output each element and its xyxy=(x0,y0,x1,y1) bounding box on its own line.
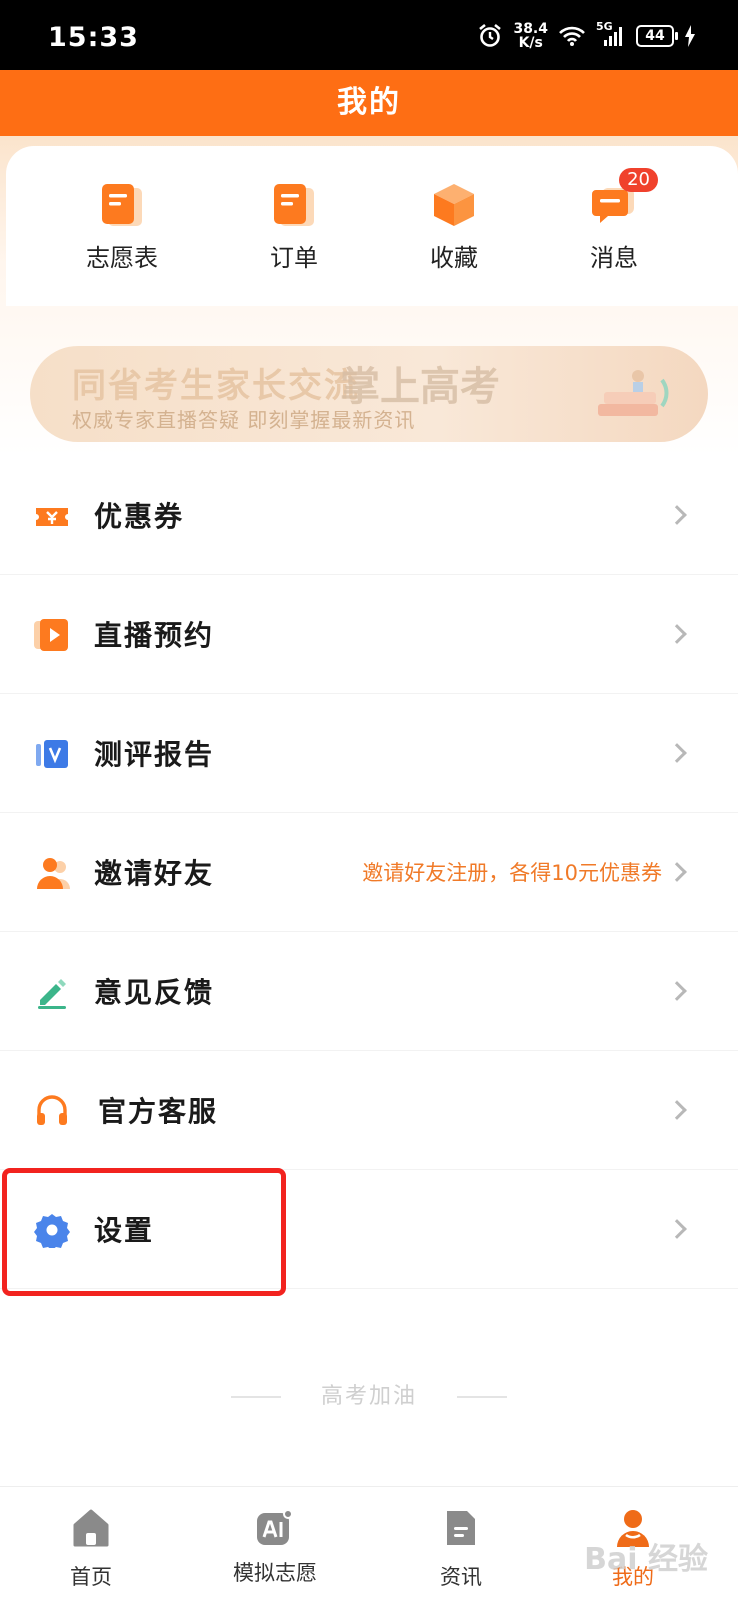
tab-mock-volunteer[interactable]: 模拟志愿 xyxy=(210,1509,340,1587)
document-icon xyxy=(100,182,144,228)
home-icon xyxy=(73,1509,109,1547)
edit-icon xyxy=(38,979,66,1009)
wifi-icon xyxy=(559,26,585,46)
chevron-right-icon xyxy=(667,981,687,1001)
menu-item-customer-service[interactable]: 官方客服 xyxy=(0,1051,738,1170)
menu-list: 优惠券 直播预约 测评报告 邀请好友 邀请好友注册，各得10元优惠券 意见反馈 … xyxy=(0,456,738,1289)
banner-brand: 掌上高考 xyxy=(340,364,500,410)
cellular-icon: 5G xyxy=(596,20,626,48)
person-icon xyxy=(37,858,70,889)
settings-highlight-box xyxy=(2,1168,286,1296)
menu-item-invite-friends[interactable]: 邀请好友 邀请好友注册，各得10元优惠券 xyxy=(0,813,738,932)
quick-action-orders[interactable]: 订单 xyxy=(224,182,364,273)
watermark: Bai 经验 xyxy=(584,1542,708,1577)
tab-home[interactable]: 首页 xyxy=(26,1509,156,1591)
page-title: 我的 xyxy=(337,85,401,120)
play-icon xyxy=(34,619,68,651)
charging-icon xyxy=(685,25,695,47)
news-icon xyxy=(447,1511,475,1545)
quick-action-label: 志愿表 xyxy=(86,244,158,272)
status-icons: 38.4 K/s 5G 44 xyxy=(477,20,696,51)
invite-hint: 邀请好友注册，各得10元优惠券 xyxy=(362,861,662,885)
quick-actions-card: 志愿表 订单 收藏 20 消息 xyxy=(6,146,738,306)
tab-label: 资讯 xyxy=(440,1565,482,1589)
tab-label: 首页 xyxy=(70,1565,112,1589)
battery-indicator: 44 xyxy=(636,25,678,47)
chevron-right-icon xyxy=(667,505,687,525)
menu-item-label: 测评报告 xyxy=(94,738,215,771)
quick-action-messages[interactable]: 20 消息 xyxy=(544,168,684,273)
menu-item-label: 邀请好友 xyxy=(94,857,215,890)
chevron-right-icon xyxy=(667,743,687,763)
ai-icon xyxy=(257,1509,293,1547)
quick-action-volunteer-form[interactable]: 志愿表 xyxy=(52,182,192,273)
message-badge: 20 xyxy=(619,168,658,192)
report-icon xyxy=(36,740,68,768)
alarm-icon xyxy=(479,23,502,47)
status-bar: 15:33 38.4 K/s 5G 44 xyxy=(0,0,738,70)
chevron-right-icon xyxy=(667,624,687,644)
books-illustration xyxy=(598,370,669,416)
menu-item-label: 意见反馈 xyxy=(94,976,215,1009)
status-time: 15:33 xyxy=(48,22,139,53)
menu-item-feedback[interactable]: 意见反馈 xyxy=(0,932,738,1051)
quick-action-favorites[interactable]: 收藏 xyxy=(384,182,524,273)
page-header: 我的 xyxy=(0,70,738,136)
menu-item-assessment-report[interactable]: 测评报告 xyxy=(0,694,738,813)
headset-icon xyxy=(37,1095,67,1125)
chevron-right-icon xyxy=(667,862,687,882)
quick-action-label: 订单 xyxy=(270,244,318,272)
message-icon: 20 xyxy=(592,168,658,228)
tab-news[interactable]: 资讯 xyxy=(396,1509,526,1591)
menu-item-coupons[interactable]: 优惠券 xyxy=(0,456,738,575)
menu-item-label: 官方客服 xyxy=(98,1095,219,1128)
chevron-right-icon xyxy=(667,1219,687,1239)
quick-action-label: 收藏 xyxy=(430,244,478,272)
chevron-right-icon xyxy=(667,1100,687,1120)
box-icon xyxy=(432,182,476,228)
banner-title: 同省考生家长交流 xyxy=(72,366,360,406)
menu-item-label: 优惠券 xyxy=(94,500,185,533)
tab-label: 模拟志愿 xyxy=(233,1561,317,1585)
menu-item-label: 直播预约 xyxy=(94,619,215,652)
coupon-icon xyxy=(36,508,68,526)
promo-banner[interactable]: 同省考生家长交流 权威专家直播答疑 即刻掌握最新资讯 掌上高考 xyxy=(30,346,708,442)
document-icon xyxy=(272,182,316,228)
footer-slogan: 高考加油 xyxy=(0,1378,738,1410)
menu-item-live-booking[interactable]: 直播预约 xyxy=(0,575,738,694)
network-speed: 38.4 K/s xyxy=(513,21,548,51)
quick-action-label: 消息 xyxy=(590,244,638,272)
